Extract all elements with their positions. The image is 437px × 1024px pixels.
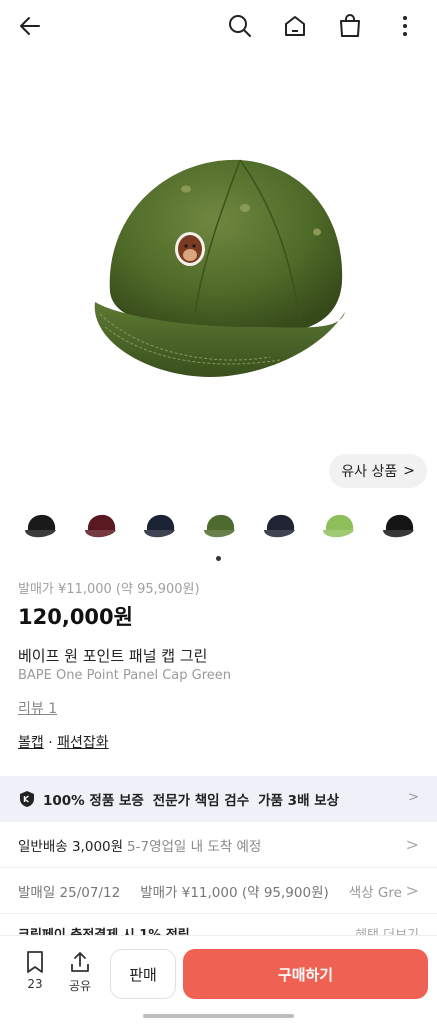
green-cap-image (94, 159, 345, 377)
product-price: 120,000원 (18, 605, 133, 629)
product-meta-row[interactable]: 발매일 25/07/12 발매가 ¥11,000 (약 95,900원) 색상 … (0, 868, 437, 914)
shipping-row[interactable]: 일반배송 3,000원 5-7영업일 내 도착 예정 > (0, 822, 437, 868)
thumbnail-black-cap-2[interactable] (371, 500, 424, 552)
cap-icon (144, 514, 176, 538)
share-button[interactable]: 공유 (60, 950, 100, 994)
category-link[interactable]: 볼캡 (18, 735, 44, 751)
search-icon[interactable] (224, 10, 256, 42)
sell-button[interactable]: 판매 (110, 949, 176, 999)
guarantee-compensation: 가품 3배 보상 (258, 793, 340, 809)
guarantee-inspection: 전문가 책임 검수 (152, 793, 250, 809)
top-bar (0, 0, 437, 52)
cap-icon (84, 514, 116, 538)
similar-products-label: 유사 상품 (341, 464, 398, 480)
product-name-korean: 베이프 원 포인트 패널 캡 그린 (18, 647, 208, 665)
thumbnail-burgundy-cap[interactable] (73, 500, 126, 552)
guarantee-authentic: 100% 정품 보증 (43, 793, 144, 809)
cap-icon (382, 514, 414, 538)
save-button[interactable]: 23 (15, 950, 55, 991)
bottom-action-bar: 23 공유 판매 구매하기 (0, 935, 437, 1024)
carousel-indicator-dot (216, 556, 221, 561)
review-link[interactable]: 리뷰 1 (18, 698, 57, 718)
color-value: 색상 Gre (348, 884, 402, 901)
shield-icon (20, 791, 34, 807)
thumbnail-light-green-cap[interactable] (312, 500, 365, 552)
cap-icon (323, 514, 355, 538)
chevron-right-icon: > (405, 881, 419, 900)
cap-icon (25, 514, 56, 538)
thumbnail-black-cap[interactable] (14, 500, 66, 552)
shipping-detail: 5-7영업일 내 도착 예정 (127, 838, 262, 855)
chevron-right-icon: > (405, 835, 419, 854)
chevron-right-icon: > (407, 789, 419, 805)
save-count: 23 (27, 977, 43, 991)
color-thumbnails (14, 500, 424, 552)
back-arrow-icon[interactable] (14, 10, 46, 42)
category-breadcrumb: 볼캡 · 패션잡화 (18, 732, 109, 752)
shopping-bag-icon[interactable] (334, 10, 366, 42)
product-name-english: BAPE One Point Panel Cap Green (18, 668, 232, 683)
chevron-right-icon: > (403, 463, 415, 479)
brand-category-link[interactable]: 패션잡화 (57, 735, 109, 751)
buy-button[interactable]: 구매하기 (183, 949, 428, 999)
more-vertical-icon[interactable] (389, 10, 421, 42)
share-icon (71, 952, 89, 972)
thumbnail-navy-cap[interactable] (133, 500, 186, 552)
thumbnail-green-cap[interactable] (192, 500, 245, 552)
thumbnail-dark-navy-cap[interactable] (252, 500, 305, 552)
cap-icon (263, 514, 295, 538)
cap-icon (203, 514, 235, 538)
product-image[interactable] (0, 52, 437, 452)
home-indicator (143, 1014, 294, 1018)
shipping-label: 일반배송 3,000원 (18, 838, 124, 855)
release-date: 발매일 25/07/12 (18, 884, 121, 901)
category-separator: · (43, 735, 58, 751)
share-label: 공유 (68, 979, 92, 993)
release-price: 발매가 ¥11,000 (약 95,900원) (18, 582, 200, 597)
home-icon[interactable] (279, 10, 311, 42)
similar-products-button[interactable]: 유사 상품 > (329, 454, 427, 488)
bookmark-icon (27, 951, 43, 973)
authenticity-guarantee-banner[interactable]: 100% 정품 보증 전문가 책임 검수 가품 3배 보상 > (0, 776, 437, 822)
meta-release-price: 발매가 ¥11,000 (약 95,900원) (140, 884, 329, 901)
